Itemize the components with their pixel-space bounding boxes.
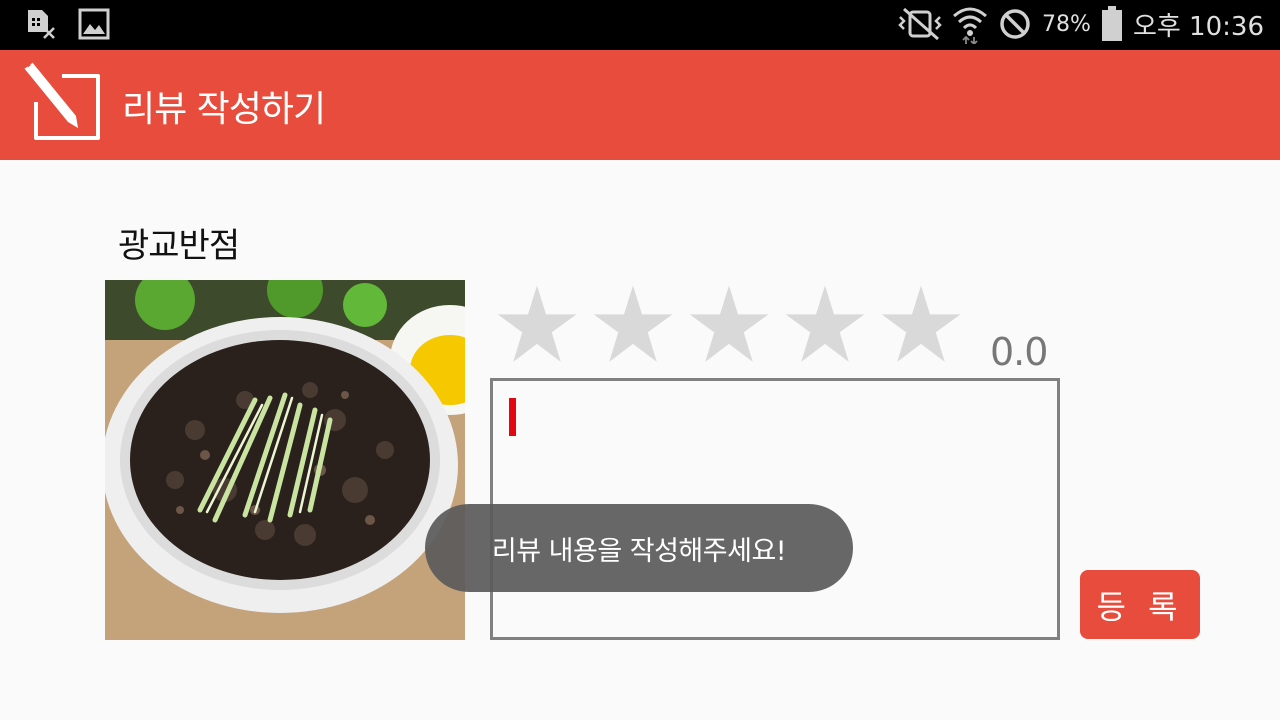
status-left-icons	[24, 8, 110, 40]
status-time: 오후 10:36	[1132, 11, 1264, 42]
vibrate-mute-icon	[898, 7, 942, 41]
toast-message: 리뷰 내용을 작성해주세요!	[425, 504, 853, 592]
star-icon[interactable]	[688, 284, 770, 366]
text-caret	[509, 398, 516, 436]
battery-icon	[1101, 6, 1122, 41]
submit-button[interactable]: 등 록	[1080, 570, 1200, 639]
star-icon[interactable]	[496, 284, 578, 366]
food-image	[105, 280, 465, 640]
star-icon[interactable]	[880, 284, 962, 366]
status-bar: 78% 오후 10:36	[0, 0, 1280, 50]
battery-percent: 78%	[1042, 11, 1091, 37]
restaurant-name: 광교반점	[118, 226, 240, 266]
sim-card-x-icon	[28, 10, 55, 39]
page-title: 리뷰 작성하기	[122, 89, 326, 130]
star-icon[interactable]	[784, 284, 866, 366]
do-not-disturb-icon	[1000, 9, 1030, 39]
edit-pencil-icon	[23, 61, 100, 140]
star-icon[interactable]	[592, 284, 674, 366]
rating-value: 0.0	[990, 330, 1048, 374]
wifi-icon	[953, 7, 988, 44]
rating-stars[interactable]	[496, 284, 962, 366]
image-icon	[78, 8, 110, 40]
status-right: 78% 오후 10:36	[898, 4, 1264, 44]
